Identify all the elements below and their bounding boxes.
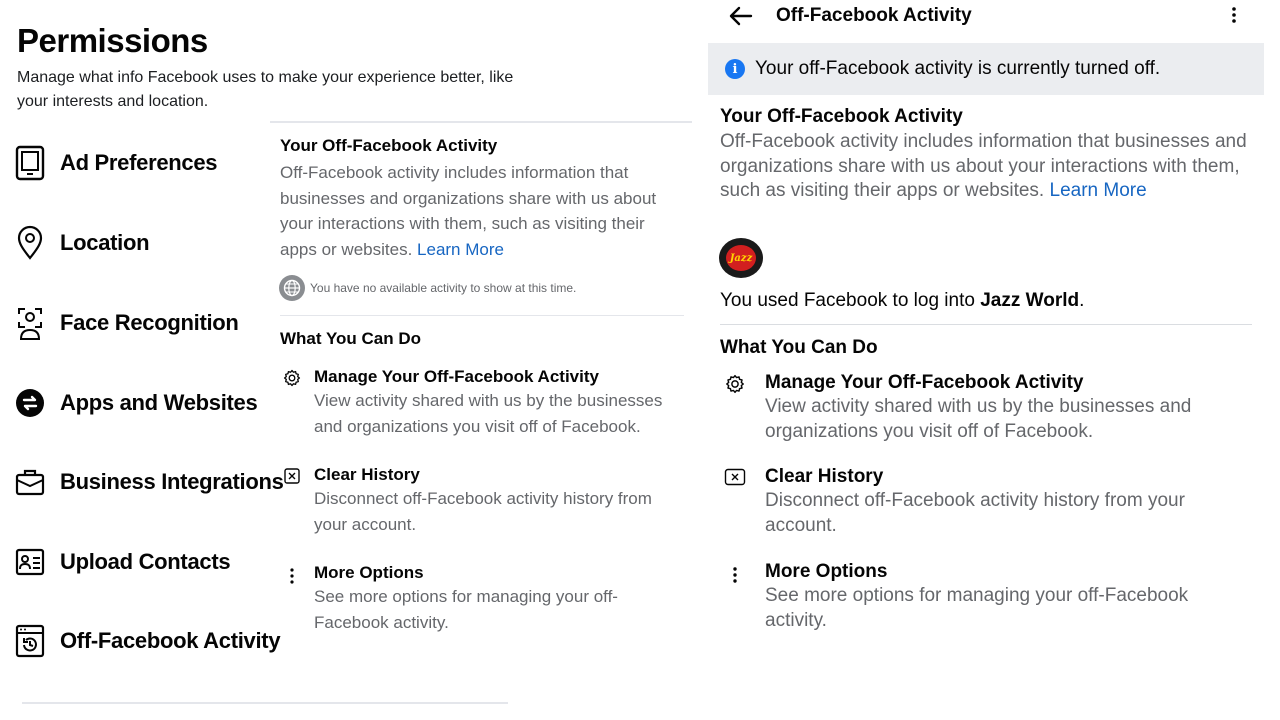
option-description: Disconnect off-Facebook activity history… xyxy=(314,489,652,534)
option-manage-activity[interactable]: Manage Your Off-Facebook Activity View a… xyxy=(722,371,1242,444)
option-title: Clear History xyxy=(765,466,884,487)
clear-box-icon xyxy=(280,464,304,537)
menu-item-label: Ad Preferences xyxy=(60,150,218,175)
gear-icon xyxy=(722,371,748,444)
jazz-logo: Jazz xyxy=(719,238,763,278)
apps-websites-icon xyxy=(14,385,46,421)
menu-item-off-facebook-activity[interactable]: Off-Facebook Activity xyxy=(14,619,281,663)
status-banner: i Your off-Facebook activity is currentl… xyxy=(708,43,1264,95)
login-history-text: You used Facebook to log into Jazz World… xyxy=(720,290,1084,312)
info-icon: i xyxy=(725,59,745,79)
no-activity-notice: You have no available activity to show a… xyxy=(279,275,576,301)
menu-item-label: Upload Contacts xyxy=(60,549,231,574)
what-you-can-do-heading: What You Can Do xyxy=(720,337,878,358)
more-menu-icon[interactable] xyxy=(1226,4,1242,28)
activity-history-icon xyxy=(14,623,46,659)
menu-item-label: Apps and Websites xyxy=(60,390,258,415)
section-description: Off-Facebook activity includes informati… xyxy=(720,130,1250,204)
learn-more-link[interactable]: Learn More xyxy=(417,240,504,259)
divider xyxy=(270,121,692,123)
option-title: Clear History xyxy=(314,465,420,484)
option-description: See more options for managing your off-F… xyxy=(314,587,618,632)
globe-icon xyxy=(279,275,305,301)
face-scan-icon xyxy=(14,305,46,341)
more-vertical-icon xyxy=(722,560,748,633)
menu-item-label: Off-Facebook Activity xyxy=(60,628,281,653)
back-arrow-icon[interactable] xyxy=(727,2,755,30)
location-pin-icon xyxy=(14,225,46,261)
briefcase-icon xyxy=(14,464,46,500)
section-title: Your Off-Facebook Activity xyxy=(280,136,498,155)
section-title: Your Off-Facebook Activity xyxy=(720,106,963,127)
option-description: View activity shared with us by the busi… xyxy=(765,396,1192,442)
contact-card-icon xyxy=(14,544,46,580)
gear-icon xyxy=(280,366,304,439)
tablet-icon xyxy=(14,145,46,181)
option-more-options[interactable]: More Options See more options for managi… xyxy=(280,562,680,635)
app-name: Jazz World xyxy=(980,290,1080,311)
option-description: Disconnect off-Facebook activity history… xyxy=(765,490,1185,536)
header-title: Off-Facebook Activity xyxy=(776,5,972,26)
clear-box-icon xyxy=(722,465,748,538)
more-vertical-icon xyxy=(280,562,304,635)
menu-item-label: Business Integrations xyxy=(60,469,284,494)
option-more-options[interactable]: More Options See more options for managi… xyxy=(722,560,1242,633)
menu-item-label: Location xyxy=(60,230,150,255)
option-title: More Options xyxy=(314,563,424,582)
option-title: Manage Your Off-Facebook Activity xyxy=(765,372,1084,393)
menu-item-location[interactable]: Location xyxy=(14,221,150,265)
menu-item-ad-preferences[interactable]: Ad Preferences xyxy=(14,141,218,185)
section-description: Off-Facebook activity includes informati… xyxy=(280,160,680,262)
page-title: Permissions xyxy=(17,22,208,59)
menu-item-business-integrations[interactable]: Business Integrations xyxy=(14,460,284,504)
learn-more-link[interactable]: Learn More xyxy=(1050,180,1147,201)
option-title: Manage Your Off-Facebook Activity xyxy=(314,367,599,386)
divider xyxy=(720,324,1252,325)
option-description: See more options for managing your off-F… xyxy=(765,585,1189,631)
option-manage-activity[interactable]: Manage Your Off-Facebook Activity View a… xyxy=(280,366,680,439)
menu-item-upload-contacts[interactable]: Upload Contacts xyxy=(14,540,231,584)
menu-item-label: Face Recognition xyxy=(60,310,239,335)
menu-item-apps-websites[interactable]: Apps and Websites xyxy=(14,381,258,425)
no-activity-text: You have no available activity to show a… xyxy=(310,281,577,295)
description-text: Off-Facebook activity includes informati… xyxy=(720,131,1247,201)
option-clear-history[interactable]: Clear History Disconnect off-Facebook ac… xyxy=(280,464,680,537)
page-subtitle: Manage what info Facebook uses to make y… xyxy=(17,69,514,110)
divider xyxy=(280,315,684,316)
banner-text: Your off-Facebook activity is currently … xyxy=(755,58,1161,79)
logo-text: Jazz xyxy=(729,252,753,264)
login-suffix: . xyxy=(1079,290,1085,311)
what-you-can-do-heading: What You Can Do xyxy=(280,329,422,348)
option-clear-history[interactable]: Clear History Disconnect off-Facebook ac… xyxy=(722,465,1242,538)
login-prefix: You used Facebook to log into xyxy=(720,290,981,311)
menu-item-face-recognition[interactable]: Face Recognition xyxy=(14,301,239,345)
option-description: View activity shared with us by the busi… xyxy=(314,391,663,436)
option-title: More Options xyxy=(765,561,888,582)
divider xyxy=(22,702,508,704)
